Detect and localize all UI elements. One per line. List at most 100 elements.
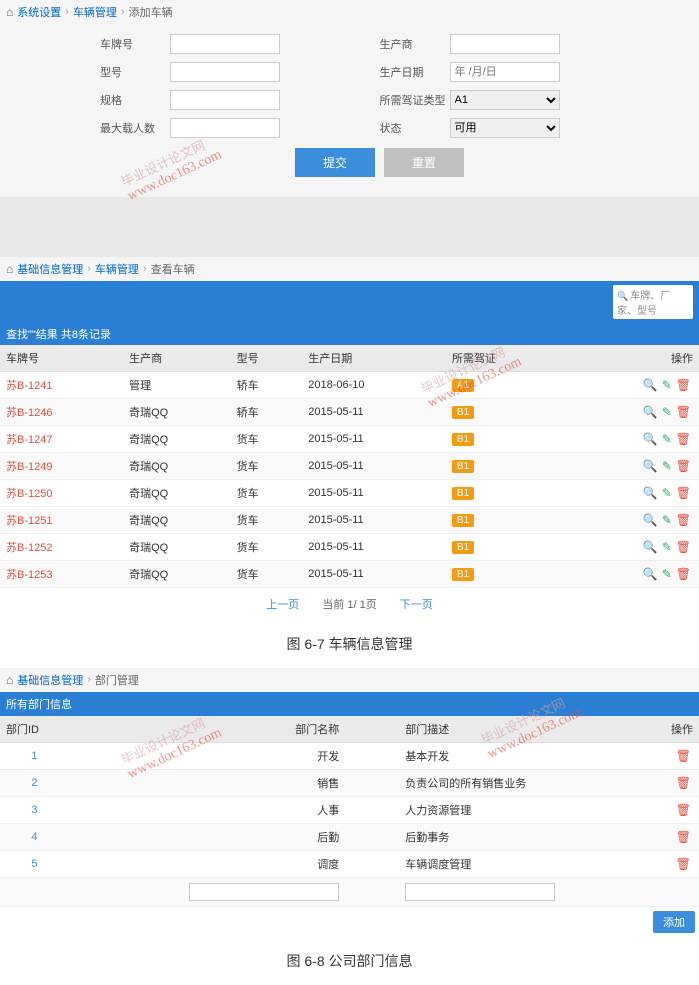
col-date: 生产日期 [302,345,446,372]
home-icon[interactable]: ⌂ [6,673,13,687]
cell-type: 轿车 [231,399,303,426]
panel-header: 所有部门信息 [0,692,699,716]
license-label: 所需驾证类型 [380,92,450,108]
passengers-input[interactable] [170,118,280,138]
delete-icon[interactable]: 🗑 [676,405,691,419]
submit-button[interactable]: 提交 [295,148,375,177]
cell-date: 2015-05-11 [302,480,446,507]
figure-caption: 图 6-8 公司部门信息 [0,937,699,985]
vehicle-form: 车牌号 生产商 型号 生产日期 规格 所需驾证类型 [0,24,699,197]
dept-id-link[interactable]: 4 [31,831,37,843]
delete-icon[interactable]: 🗑 [676,432,691,446]
plate-input[interactable] [170,34,280,54]
delete-icon[interactable]: 🗑 [676,486,691,500]
license-select[interactable]: A1 [450,90,560,110]
date-input[interactable] [450,62,560,82]
crumb-current: 查看车辆 [151,261,195,277]
cell-date: 2018-06-10 [302,372,446,399]
col-license: 所需驾证 [446,345,564,372]
cell-date: 2015-05-11 [302,399,446,426]
plate-link[interactable]: 苏B-1246 [6,407,52,419]
edit-icon[interactable]: ✎ [662,378,672,392]
edit-icon[interactable]: ✎ [662,540,672,554]
type-label: 型号 [100,64,170,80]
edit-icon[interactable]: ✎ [662,432,672,446]
breadcrumb: ⌂ 基础信息管理 › 部门管理 [0,668,699,692]
cell-dept-name: 调度 [69,851,399,878]
plate-link[interactable]: 苏B-1249 [6,461,52,473]
prev-page[interactable]: 上一页 [266,599,299,611]
plate-link[interactable]: 苏B-1253 [6,569,52,581]
view-icon[interactable]: 🔍 [643,378,658,392]
new-dept-desc-input[interactable] [405,883,555,901]
cell-date: 2015-05-11 [302,507,446,534]
dept-id-link[interactable]: 5 [31,858,37,870]
search-input[interactable]: 车牌、厂家、型号 [613,285,693,319]
edit-icon[interactable]: ✎ [662,567,672,581]
cell-dept-name: 开发 [69,743,399,770]
view-icon[interactable]: 🔍 [643,513,658,527]
license-badge: B1 [452,514,474,527]
license-badge: B1 [452,568,474,581]
plate-link[interactable]: 苏B-1252 [6,542,52,554]
plate-link[interactable]: 苏B-1250 [6,488,52,500]
dept-id-link[interactable]: 2 [31,777,37,789]
delete-icon[interactable]: 🗑 [676,776,691,790]
table-row: 苏B-1247奇瑞QQ货车2015-05-11B1🔍✎🗑 [0,426,699,453]
next-page[interactable]: 下一页 [400,599,433,611]
delete-icon[interactable]: 🗑 [676,803,691,817]
home-icon[interactable]: ⌂ [6,262,13,276]
edit-icon[interactable]: ✎ [662,405,672,419]
home-icon[interactable]: ⌂ [6,5,13,19]
crumb-link[interactable]: 基础信息管理 [17,672,83,688]
dept-id-link[interactable]: 3 [31,804,37,816]
crumb-link[interactable]: 车辆管理 [95,261,139,277]
table-row: 1开发基本开发🗑 [0,743,699,770]
plate-label: 车牌号 [100,36,170,52]
delete-icon[interactable]: 🗑 [676,857,691,871]
manufacturer-label: 生产商 [380,36,450,52]
reset-button[interactable]: 重置 [384,148,464,177]
edit-icon[interactable]: ✎ [662,486,672,500]
cell-manu: 管理 [123,372,231,399]
view-icon[interactable]: 🔍 [643,459,658,473]
delete-icon[interactable]: 🗑 [676,830,691,844]
view-icon[interactable]: 🔍 [643,567,658,581]
view-icon[interactable]: 🔍 [643,486,658,500]
cell-manu: 奇瑞QQ [123,453,231,480]
crumb-link[interactable]: 基础信息管理 [17,261,83,277]
edit-icon[interactable]: ✎ [662,513,672,527]
cell-manu: 奇瑞QQ [123,480,231,507]
crumb-link[interactable]: 车辆管理 [73,4,117,20]
plate-link[interactable]: 苏B-1241 [6,380,52,392]
plate-link[interactable]: 苏B-1247 [6,434,52,446]
delete-icon[interactable]: 🗑 [676,749,691,763]
view-icon[interactable]: 🔍 [643,540,658,554]
edit-icon[interactable]: ✎ [662,459,672,473]
new-dept-name-input[interactable] [189,883,339,901]
delete-icon[interactable]: 🗑 [676,378,691,392]
col-ops: 操作 [564,345,699,372]
dept-id-link[interactable]: 1 [31,750,37,762]
table-row: 苏B-1246奇瑞QQ轿车2015-05-11B1🔍✎🗑 [0,399,699,426]
col-dept-name: 部门名称 [69,716,399,743]
delete-icon[interactable]: 🗑 [676,513,691,527]
manufacturer-input[interactable] [450,34,560,54]
table-row: 4后勤后勤事务🗑 [0,824,699,851]
view-icon[interactable]: 🔍 [643,432,658,446]
result-summary: 查找""结果 共8条记录 [0,323,699,345]
delete-icon[interactable]: 🗑 [676,567,691,581]
delete-icon[interactable]: 🗑 [676,459,691,473]
view-icon[interactable]: 🔍 [643,405,658,419]
cell-date: 2015-05-11 [302,534,446,561]
spec-input[interactable] [170,90,280,110]
plate-link[interactable]: 苏B-1251 [6,515,52,527]
cell-dept-name: 后勤 [69,824,399,851]
type-input[interactable] [170,62,280,82]
status-select[interactable]: 可用 [450,118,560,138]
table-row: 2销售负责公司的所有销售业务🗑 [0,770,699,797]
delete-icon[interactable]: 🗑 [676,540,691,554]
license-badge: B1 [452,406,474,419]
add-department-button[interactable]: 添加 [653,911,695,933]
crumb-link[interactable]: 系统设置 [17,4,61,20]
